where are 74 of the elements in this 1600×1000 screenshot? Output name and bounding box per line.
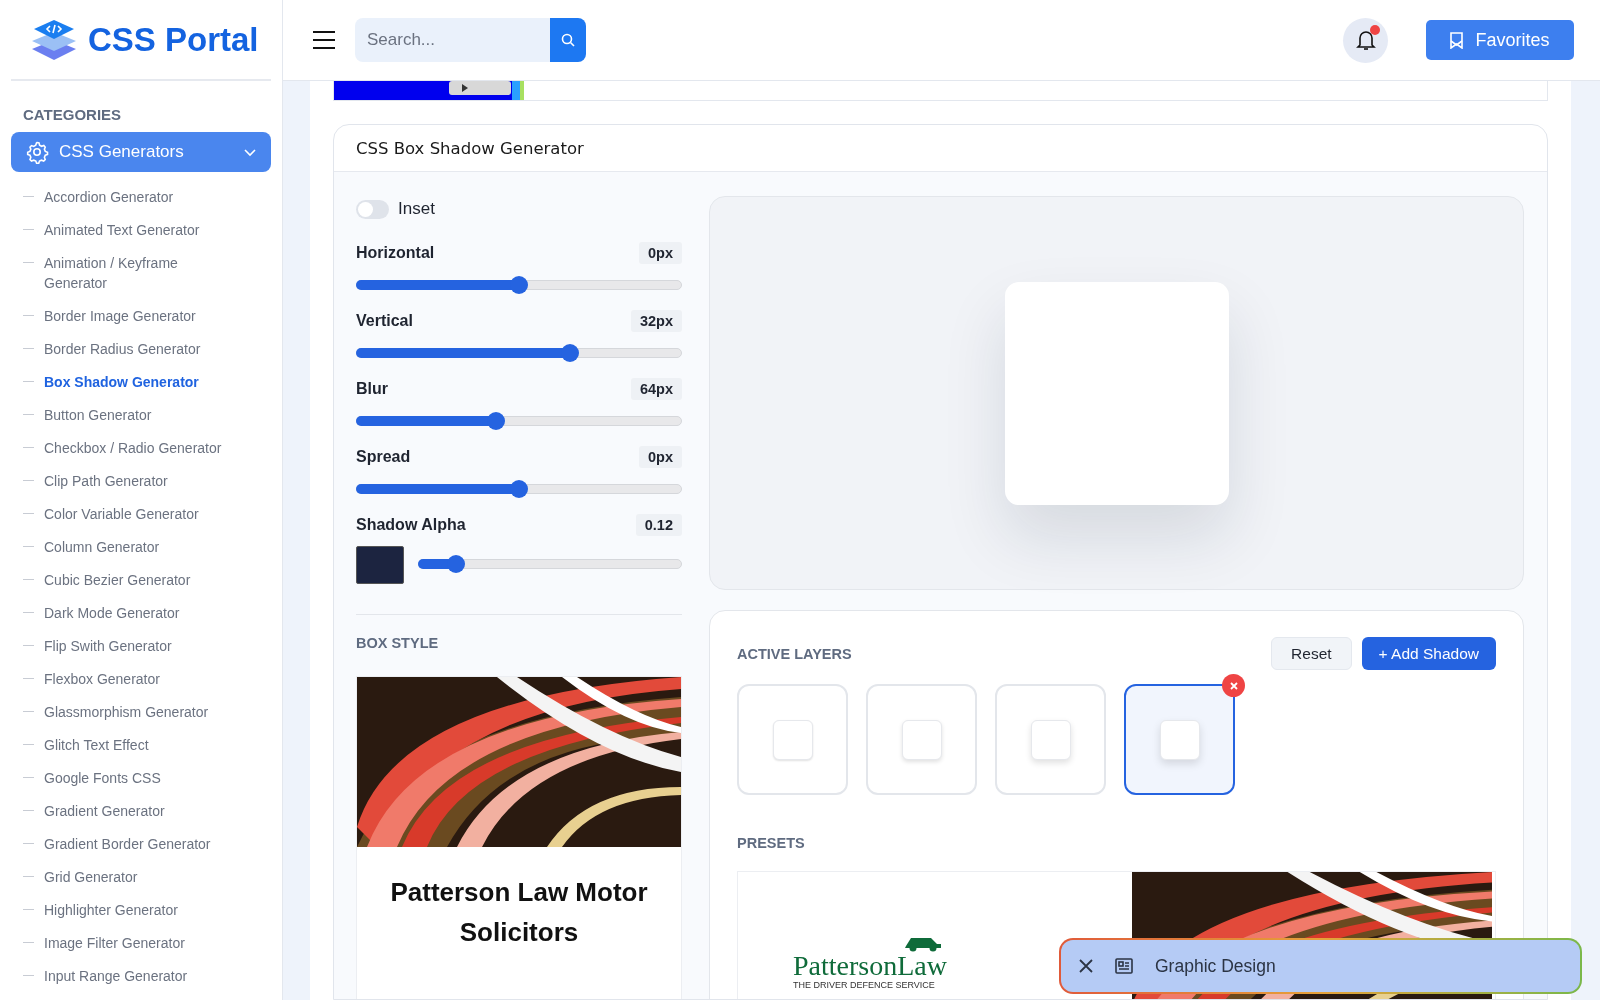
sidebar-link[interactable]: Glassmorphism Generator	[44, 701, 234, 722]
search-button[interactable]	[550, 18, 586, 62]
slider-value: 0px	[639, 242, 682, 264]
layer-thumbnail	[1030, 719, 1071, 760]
gear-icon	[25, 140, 49, 164]
sidebar-link[interactable]: Button Generator	[44, 404, 234, 425]
sidebar-link[interactable]: Color Variable Generator	[44, 503, 234, 524]
slider-value: 0px	[639, 446, 682, 468]
reset-button[interactable]: Reset	[1271, 637, 1352, 670]
sidebar-link[interactable]: Cubic Bezier Generator	[44, 569, 234, 590]
slider-label: Vertical	[356, 312, 413, 330]
color-swatch[interactable]	[356, 546, 404, 584]
sidebar-link[interactable]: Flip Swith Generator	[44, 635, 234, 656]
toast-label: Graphic Design	[1155, 955, 1276, 977]
search-field[interactable]: Search...	[355, 18, 550, 62]
bookmark-icon	[1450, 31, 1464, 49]
sidebar-link[interactable]: Clip Path Generator	[44, 470, 234, 491]
sidebar-link[interactable]: Gradient Generator	[44, 800, 234, 821]
slider-thumb[interactable]	[510, 276, 528, 294]
section-heading: PRESETS	[737, 835, 806, 851]
ad-tagline: THE DRIVER DEFENCE SERVICE	[793, 980, 935, 990]
sidebar-link[interactable]: Input Range Generator	[44, 965, 234, 986]
category-dropdown[interactable]: CSS Generators	[11, 132, 271, 172]
ad-brand: PattersonLaw	[793, 952, 947, 980]
add-shadow-button[interactable]: + Add Shadow	[1361, 637, 1496, 670]
favorites-button[interactable]: Favorites	[1426, 20, 1574, 60]
sidebar-link[interactable]: Accordion Generator	[44, 186, 234, 207]
sidebar-link[interactable]: Dark Mode Generator	[44, 602, 234, 623]
sidebar-link[interactable]: Highlighter Generator	[44, 899, 234, 920]
close-button[interactable]	[1079, 959, 1093, 973]
section-heading: BOX STYLE	[356, 635, 440, 651]
bell-icon	[1355, 29, 1376, 51]
sidebar-link[interactable]: Flexbox Generator	[44, 668, 234, 689]
slider-value: 0.12	[635, 514, 682, 536]
ad-card[interactable]: Patterson Law Motor Solicitors	[356, 676, 682, 999]
layer-thumbnail	[772, 719, 813, 760]
sidebar-link[interactable]: Border Radius Generator	[44, 338, 234, 359]
layer-tile[interactable]	[1124, 684, 1235, 795]
slider-value: 64px	[630, 378, 682, 400]
sidebar-link[interactable]: Border Image Generator	[44, 305, 234, 326]
slider-value: 32px	[630, 310, 682, 332]
notification-button[interactable]	[1343, 17, 1388, 63]
sidebar-link[interactable]: Box Shadow Generator	[44, 371, 234, 392]
sidebar-link[interactable]: Grid Generator	[44, 866, 234, 887]
sidebar-link[interactable]: Gradient Border Generator	[44, 833, 234, 854]
article-icon	[1115, 958, 1133, 974]
slider-label: Blur	[356, 380, 388, 398]
sidebar-link[interactable]: Animation / Keyframe Generator	[44, 252, 234, 293]
sidebar-link[interactable]: Column Generator	[44, 536, 234, 557]
logo-text[interactable]: CSS Portal	[88, 20, 259, 59]
slider-label: Shadow Alpha	[356, 516, 466, 534]
section-heading: CATEGORIES	[23, 106, 123, 123]
delete-icon[interactable]	[1222, 674, 1245, 697]
close-icon	[1079, 959, 1093, 973]
toggle-label: Inset	[398, 199, 435, 219]
logo-icon	[30, 17, 78, 62]
slider-thumb[interactable]	[446, 555, 465, 573]
sidebar-link[interactable]: Checkbox / Radio Generator	[44, 437, 234, 458]
inset-toggle[interactable]	[356, 199, 389, 219]
sidebar-link[interactable]: Google Fonts CSS	[44, 767, 234, 788]
slider-thumb[interactable]	[560, 344, 579, 362]
slider-thumb[interactable]	[510, 480, 528, 498]
slider-label: Horizontal	[356, 244, 435, 262]
slider-thumb[interactable]	[487, 412, 506, 430]
layer-thumbnail	[1159, 719, 1200, 760]
slider-label: Spread	[356, 448, 411, 466]
sidebar-link[interactable]: Glitch Text Effect	[44, 734, 234, 755]
sidebar-link[interactable]: Image Filter Generator	[44, 932, 234, 953]
sidebar-link[interactable]: Animated Text Generator	[44, 219, 234, 240]
layer-thumbnail	[901, 719, 942, 760]
menu-icon[interactable]	[313, 31, 335, 49]
search-icon	[561, 33, 575, 47]
section-heading: ACTIVE LAYERS	[737, 645, 852, 662]
ad-headline: Patterson Law Motor Solicitors	[389, 876, 649, 949]
